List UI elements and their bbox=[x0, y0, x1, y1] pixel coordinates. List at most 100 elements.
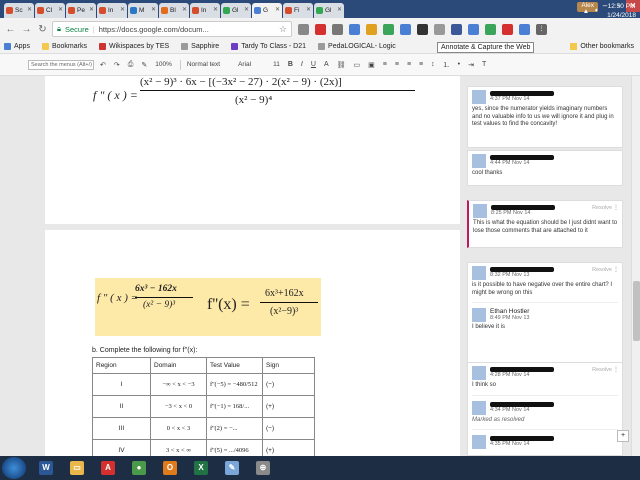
extension-icon[interactable] bbox=[519, 23, 530, 35]
bold-icon[interactable]: B bbox=[288, 61, 293, 68]
vertical-scrollbar[interactable] bbox=[631, 76, 640, 456]
close-tab-icon[interactable]: ✕ bbox=[89, 6, 94, 13]
clock[interactable]: 12:50 PM 1/24/2018 bbox=[607, 2, 636, 20]
more-options-icon[interactable]: ⋮ bbox=[613, 266, 619, 273]
justify-icon[interactable]: ≡ bbox=[419, 61, 423, 68]
bookmark-item[interactable]: Sapphire bbox=[181, 43, 219, 50]
browser-tab[interactable]: Cl ✕ bbox=[35, 3, 65, 18]
bookmark-item[interactable]: Apps bbox=[4, 43, 30, 50]
align-left-icon[interactable]: ≡ bbox=[383, 61, 387, 68]
taskbar-app-word[interactable]: W bbox=[32, 458, 60, 478]
bookmark-item[interactable]: Bookmarks bbox=[41, 43, 87, 50]
close-tab-icon[interactable]: ✕ bbox=[27, 6, 32, 13]
resolve-button[interactable]: Resolve bbox=[592, 367, 612, 373]
reload-icon[interactable]: ↻ bbox=[36, 23, 49, 36]
document-canvas[interactable]: f " ( x ) = (x² − 9)³ · 6x − [(−3x² − 27… bbox=[0, 76, 460, 456]
extension-icon[interactable] bbox=[502, 23, 513, 35]
extension-icon[interactable] bbox=[366, 23, 377, 35]
menu-search-input[interactable]: Search the menus (Alt+/) bbox=[28, 59, 94, 70]
align-center-icon[interactable]: ≡ bbox=[395, 61, 399, 68]
extension-icon[interactable] bbox=[434, 23, 445, 35]
indent-icon[interactable]: ⇥ bbox=[468, 61, 474, 69]
taskbar-app-excel[interactable]: X bbox=[187, 458, 215, 478]
undo-icon[interactable]: ↶ bbox=[100, 61, 106, 69]
extension-icon[interactable] bbox=[485, 23, 496, 35]
document-page[interactable]: f " ( x ) = 6x³ − 162x (x² − 9)³ f''(x) … bbox=[45, 230, 460, 456]
extension-icon[interactable] bbox=[298, 23, 309, 35]
font-size-select[interactable]: 11 bbox=[273, 61, 280, 68]
more-options-icon[interactable]: ⋮ bbox=[613, 366, 619, 373]
menu-icon[interactable]: ⋮ bbox=[536, 23, 547, 35]
more-options-icon[interactable]: ⋮ bbox=[613, 204, 619, 211]
taskbar-app-paint[interactable]: ✎ bbox=[218, 458, 246, 478]
taskbar-app-network[interactable]: ⊕ bbox=[249, 458, 277, 478]
taskbar-app-chrome[interactable]: ● bbox=[125, 458, 153, 478]
italic-icon[interactable]: I bbox=[301, 61, 303, 68]
extension-icon[interactable] bbox=[417, 23, 428, 35]
browser-tab[interactable]: Fi ✕ bbox=[283, 3, 313, 18]
image-icon[interactable]: ▣ bbox=[368, 61, 375, 69]
close-tab-icon[interactable]: ✕ bbox=[58, 6, 63, 13]
comment-icon[interactable]: ▭ bbox=[354, 61, 361, 69]
add-comment-icon[interactable]: + bbox=[617, 430, 629, 442]
comment-card[interactable]: Resolve ⋮ 8:25 PM Nov 14 This is what th… bbox=[467, 200, 623, 248]
other-bookmarks[interactable]: Other bookmarks bbox=[570, 43, 634, 50]
close-tab-icon[interactable]: ✕ bbox=[337, 6, 342, 13]
taskbar-app-acrobat[interactable]: A bbox=[94, 458, 122, 478]
address-bar[interactable]: 🔒︎ Secure | https://docs.google.com/docu… bbox=[52, 21, 292, 37]
browser-tab[interactable]: Sc ✕ bbox=[4, 3, 34, 18]
close-tab-icon[interactable]: ✕ bbox=[306, 6, 311, 13]
bookmark-item[interactable]: Tardy To Class - D21 bbox=[231, 43, 306, 50]
comment-thread[interactable]: Resolve ⋮ 4:28 PM Nov 14 I think so 4:34… bbox=[467, 362, 623, 456]
zoom-select[interactable]: 100% bbox=[155, 61, 172, 68]
bookmark-star-icon[interactable]: ☆ bbox=[279, 24, 287, 35]
style-select[interactable]: Normal text bbox=[187, 61, 220, 68]
resolve-button[interactable]: Resolve bbox=[592, 205, 612, 211]
bookmark-item[interactable]: PedaLOGICAL- Logic bbox=[318, 43, 396, 50]
close-tab-icon[interactable]: ✕ bbox=[244, 6, 249, 13]
browser-tab[interactable]: Pe ✕ bbox=[66, 3, 96, 18]
volume-icon[interactable]: 🔈︎ bbox=[595, 7, 599, 15]
browser-tab[interactable]: Gl ✕ bbox=[221, 3, 251, 18]
extension-icon[interactable] bbox=[468, 23, 479, 35]
forward-icon[interactable]: → bbox=[20, 23, 33, 36]
extension-icon[interactable] bbox=[332, 23, 343, 35]
extension-icon[interactable] bbox=[315, 23, 326, 35]
extension-icon[interactable] bbox=[400, 23, 411, 35]
browser-tab[interactable]: G ✕ bbox=[252, 3, 282, 18]
browser-tab[interactable]: In ✕ bbox=[97, 3, 127, 18]
text-color-icon[interactable]: A bbox=[324, 61, 329, 68]
scrollbar-thumb[interactable] bbox=[633, 281, 640, 341]
align-right-icon[interactable]: ≡ bbox=[407, 61, 411, 68]
close-tab-icon[interactable]: ✕ bbox=[182, 6, 187, 13]
taskbar-app-explorer[interactable]: ▭ bbox=[63, 458, 91, 478]
browser-tab[interactable]: Bl ✕ bbox=[159, 3, 189, 18]
taskbar-app-outlook[interactable]: O bbox=[156, 458, 184, 478]
line-spacing-icon[interactable]: ↕ bbox=[431, 61, 435, 68]
resolve-button[interactable]: Resolve bbox=[592, 267, 612, 273]
link-icon[interactable]: ⛓ bbox=[337, 61, 346, 69]
close-tab-icon[interactable]: ✕ bbox=[213, 6, 218, 13]
clear-format-icon[interactable]: T bbox=[482, 61, 486, 68]
comment-card[interactable]: 4:37 PM Nov 14 yes, since the numerator … bbox=[467, 86, 623, 148]
start-button[interactable] bbox=[2, 457, 26, 479]
extension-icon[interactable] bbox=[383, 23, 394, 35]
bookmark-item[interactable]: Wikispaces by TES bbox=[98, 43, 169, 50]
extension-icon[interactable] bbox=[349, 23, 360, 35]
print-icon[interactable]: ⎙ bbox=[128, 61, 134, 69]
font-select[interactable]: Arial bbox=[238, 61, 251, 68]
comment-card[interactable]: 4:44 PM Nov 14 cool thanks bbox=[467, 150, 623, 186]
close-tab-icon[interactable]: ✕ bbox=[151, 6, 156, 13]
browser-tab[interactable]: Gl ✕ bbox=[314, 3, 344, 18]
close-tab-icon[interactable]: ✕ bbox=[120, 6, 125, 13]
close-tab-icon[interactable]: ✕ bbox=[275, 6, 280, 13]
extension-icon[interactable] bbox=[451, 23, 462, 35]
paint-format-icon[interactable]: ✎ bbox=[141, 61, 147, 69]
document-page[interactable]: f " ( x ) = (x² − 9)³ · 6x − [(−3x² − 27… bbox=[45, 76, 460, 224]
underline-icon[interactable]: U bbox=[311, 61, 316, 68]
back-icon[interactable]: ← bbox=[4, 23, 17, 36]
comment-thread[interactable]: Resolve ⋮ 8:32 PM Nov 13 is it possible … bbox=[467, 262, 623, 368]
show-hidden-icons-icon[interactable]: ▲ bbox=[583, 8, 589, 15]
numbered-list-icon[interactable]: ⒈ bbox=[443, 60, 450, 70]
browser-tab[interactable]: In ✕ bbox=[190, 3, 220, 18]
